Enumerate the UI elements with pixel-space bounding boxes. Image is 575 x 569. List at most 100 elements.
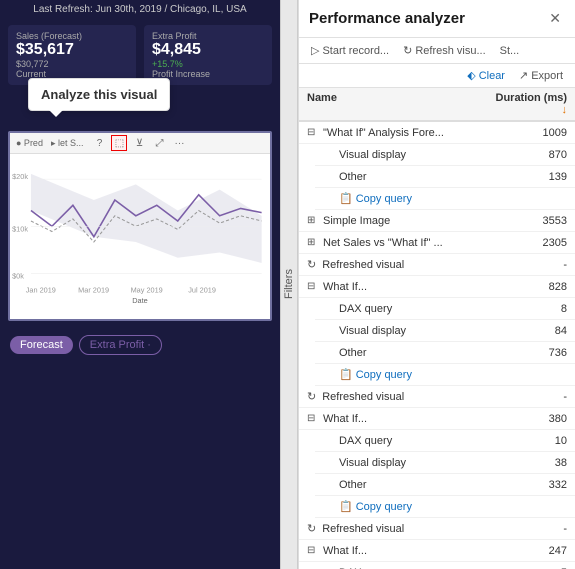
more-icon[interactable]: ··· [171, 135, 187, 151]
table-row: Other 332 [315, 474, 575, 496]
row-duration: 247 [487, 545, 567, 557]
table-row[interactable]: ⊞ Net Sales vs "What If" ... 2305 [299, 232, 575, 254]
chart-pred-label: ● Pred [16, 138, 43, 148]
copy-query-link[interactable]: 📋 Copy query [339, 192, 412, 205]
refresh-label: Refreshed visual [322, 259, 481, 271]
row-duration: 828 [487, 281, 567, 293]
table-row[interactable]: ⊞ Simple Image 3553 [299, 210, 575, 232]
clear-button[interactable]: ⬖ Clear [463, 67, 509, 84]
row-name: Other [323, 347, 487, 359]
metric-card-profit: Extra Profit $4,845 +15.7% Profit Increa… [144, 25, 272, 85]
row-name: ⊞ Net Sales vs "What If" ... [307, 237, 487, 249]
table-header: Name Duration (ms) ↓ [299, 88, 575, 122]
table-row: Other 736 [315, 342, 575, 364]
panel-title: Performance analyzer [309, 10, 545, 27]
row-name: Visual display [323, 457, 487, 469]
extra-profit-chip[interactable]: Extra Profit · [79, 335, 162, 355]
row-duration: 10 [487, 435, 567, 447]
expand-icon[interactable]: ⊟ [307, 545, 319, 556]
row-duration: 736 [487, 347, 567, 359]
toolbar-row-2: ⬖ Clear ↗ Export [299, 64, 575, 88]
row-duration: 8 [487, 303, 567, 315]
right-panel: Performance analyzer ✕ ▷ Start record...… [298, 0, 575, 569]
row-duration: 1009 [487, 127, 567, 139]
table-row[interactable]: ⊟ What If... 380 [299, 408, 575, 430]
row-name: Visual display [323, 149, 487, 161]
sort-icon: ↓ [562, 104, 568, 116]
refresh-visuals-button[interactable]: ↻ Refresh visu... [399, 42, 490, 59]
refresh-circle-icon-2: ↻ [307, 390, 316, 403]
toolbar-row-1: ▷ Start record... ↻ Refresh visu... St..… [299, 38, 575, 64]
copy-query-link-2[interactable]: 📋 Copy query [339, 368, 412, 381]
copy-query-row[interactable]: 📋 Copy query [315, 188, 575, 210]
table-row[interactable]: ⊟ What If... 247 [299, 540, 575, 562]
row-name: 📋 Copy query [323, 500, 487, 513]
expand-icon[interactable]: ⊟ [307, 127, 319, 138]
top-bar: Last Refresh: Jun 30th, 2019 / Chicago, … [0, 0, 280, 19]
row-duration: 139 [487, 171, 567, 183]
expand-icon[interactable]: ⊞ [307, 237, 319, 248]
metric-label-sales: Sales (Forecast) [16, 31, 128, 41]
analyze-tooltip: Analyze this visual [28, 78, 170, 111]
svg-text:$0k: $0k [12, 272, 24, 281]
question-icon[interactable]: ? [91, 135, 107, 151]
col-header-duration: Duration (ms) ↓ [487, 92, 567, 116]
svg-text:Date: Date [132, 296, 147, 305]
row-name: ⊟ What If... [307, 413, 487, 425]
table-row: DAX query 5 [315, 562, 575, 569]
metric-value-profit: $4,845 [152, 41, 264, 59]
filter-bar: Forecast Extra Profit · [0, 329, 280, 361]
focus-icon[interactable]: ⤢ [151, 135, 167, 151]
copy-query-link-3[interactable]: 📋 Copy query [339, 500, 412, 513]
table-row[interactable]: ⊟ What If... 828 [299, 276, 575, 298]
row-name: DAX query [323, 303, 487, 315]
row-name: 📋 Copy query [323, 368, 487, 381]
refreshed-visual-row-3: ↻ Refreshed visual - [299, 518, 575, 540]
copy-query-row-3[interactable]: 📋 Copy query [315, 496, 575, 518]
copy-icon-3: 📋 [339, 500, 353, 513]
expand-icon[interactable]: ⊞ [307, 215, 319, 226]
table-row: DAX query 10 [315, 430, 575, 452]
play-icon: ▷ [311, 44, 319, 57]
row-duration: 870 [487, 149, 567, 161]
metric-sub-profit: Profit Increase [152, 69, 264, 79]
row-name: 📋 Copy query [323, 192, 487, 205]
row-duration: 38 [487, 457, 567, 469]
filter-icon[interactable]: ⊻ [131, 135, 147, 151]
row-name: Visual display [323, 325, 487, 337]
svg-text:May 2019: May 2019 [131, 285, 163, 294]
performance-table: Name Duration (ms) ↓ ⊟ "What If" Analysi… [299, 88, 575, 569]
copy-query-row-2[interactable]: 📋 Copy query [315, 364, 575, 386]
expand-icon[interactable]: ⊟ [307, 281, 319, 292]
left-panel: Last Refresh: Jun 30th, 2019 / Chicago, … [0, 0, 280, 569]
refresh-circle-icon-3: ↻ [307, 522, 316, 535]
chart-area: ● Pred ▸ let S... ? ⬚ ⊻ ⤢ ··· $20k $10k … [8, 131, 272, 321]
refreshed-visual-row-2: ↻ Refreshed visual - [299, 386, 575, 408]
table-row[interactable]: ⊟ "What If" Analysis Fore... 1009 [299, 122, 575, 144]
st-button[interactable]: St... [496, 43, 524, 59]
row-duration: 332 [487, 479, 567, 491]
forecast-chip[interactable]: Forecast [10, 336, 73, 354]
refresh-label-3: Refreshed visual [322, 523, 481, 535]
filters-tab[interactable]: Filters [280, 0, 298, 569]
metric-value-sales: $35,617 [16, 41, 128, 59]
chart-canvas: $20k $10k $0k Jan 2019 Mar 2019 May 2019… [10, 154, 270, 309]
chart-toolbar: ● Pred ▸ let S... ? ⬚ ⊻ ⤢ ··· [10, 133, 270, 154]
visual-analyze-icon[interactable]: ⬚ [111, 135, 127, 151]
refresh-duration-2: - [487, 391, 567, 403]
export-icon: ↗ [519, 69, 528, 82]
metric-sub-sales: $30,772 Current [16, 59, 128, 79]
refresh-circle-icon: ↻ [307, 258, 316, 271]
table-row: Visual display 38 [315, 452, 575, 474]
expand-icon[interactable]: ⊟ [307, 413, 319, 424]
table-row: Visual display 870 [315, 144, 575, 166]
table-row: Visual display 84 [315, 320, 575, 342]
close-button[interactable]: ✕ [545, 8, 565, 29]
start-record-button[interactable]: ▷ Start record... [307, 42, 393, 59]
row-name: DAX query [323, 435, 487, 447]
refresh-icon: ↻ [403, 44, 412, 57]
row-duration: 84 [487, 325, 567, 337]
export-button[interactable]: ↗ Export [515, 67, 567, 84]
row-name: Other [323, 479, 487, 491]
svg-text:Jul 2019: Jul 2019 [188, 285, 216, 294]
